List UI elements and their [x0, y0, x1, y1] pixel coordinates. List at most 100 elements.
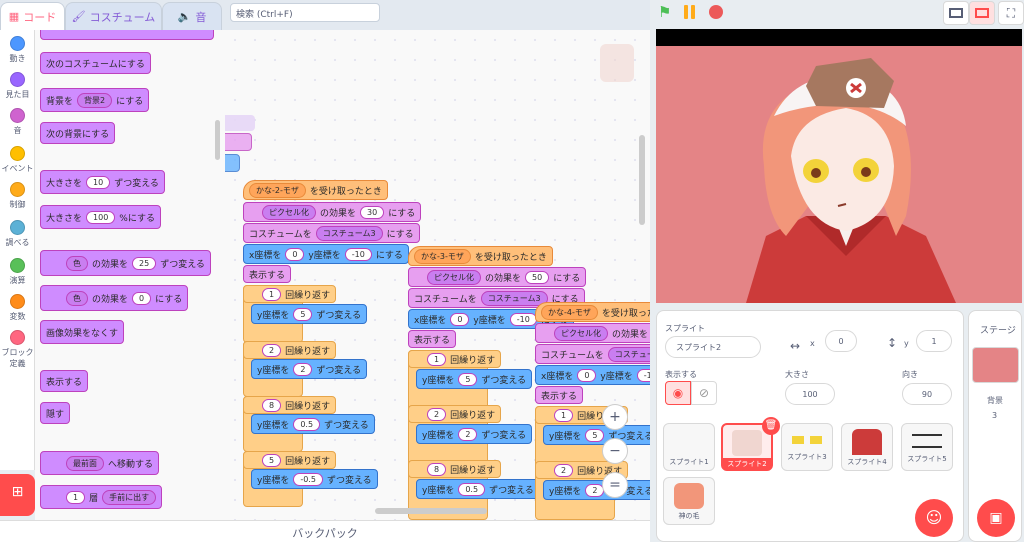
palette-block-change-effect[interactable]: 色の効果を 25 ずつ変える [40, 250, 211, 276]
hat-block-receive-2[interactable]: かな-3-モザ を受け取ったとき [408, 246, 553, 266]
palette-block-costume-partial[interactable] [40, 30, 214, 40]
change-y-block-2a[interactable]: y座標を 5 ずつ変える [416, 369, 533, 389]
category-looks[interactable]: 見た目 [0, 72, 35, 100]
hide-sprite-toggle[interactable]: ⊘ [691, 381, 717, 405]
repeat-input-1c[interactable]: 8 [262, 398, 282, 412]
search-input[interactable]: 検索 (Ctrl+F) [230, 3, 380, 22]
change-y-block-3a[interactable]: y座標を 5 ずつ変える [543, 425, 650, 445]
stage-selector-pane[interactable]: ステージ 背景 3 ▣ [968, 310, 1022, 542]
set-size-input[interactable]: 100 [86, 210, 116, 224]
change-effect-input[interactable]: 25 [132, 256, 157, 270]
palette-block-show[interactable]: 表示する [40, 370, 89, 392]
vertical-scrollbar[interactable] [639, 135, 645, 225]
change-y-input-1d[interactable]: -0.5 [293, 472, 323, 486]
effect-dropdown-script-1[interactable]: ピクセル化 [262, 204, 316, 220]
change-y-input-1b[interactable]: 2 [293, 362, 313, 376]
message-dropdown-2[interactable]: かな-3-モザ [414, 248, 471, 264]
zoom-reset-icon[interactable]: = [602, 472, 628, 498]
repeat-input-3b[interactable]: 2 [554, 463, 574, 477]
palette-block-set-effect[interactable]: 色の効果を 0 にする [40, 285, 189, 311]
change-size-input[interactable]: 10 [86, 175, 111, 189]
category-variables[interactable]: 変数 [0, 294, 35, 322]
sprite-name-input[interactable]: スプライト2 [665, 336, 761, 358]
tab-costume[interactable]: 🖌 コスチューム [65, 2, 162, 30]
change-y-block-1c[interactable]: y座標を 0.5 ずつ変える [251, 414, 375, 434]
set-effect-block-1[interactable]: ピクセル化 の効果を 30 にする [243, 202, 422, 222]
switch-costume-block-3[interactable]: コスチュームをコスチューム3 [535, 344, 650, 364]
layer-front-dropdown[interactable]: 最前面 [66, 455, 104, 471]
palette-block-set-size[interactable]: 大きさを 100 %にする [40, 205, 161, 229]
show-block-2[interactable]: 表示する [408, 330, 457, 348]
show-sprite-toggle[interactable]: ◉ [665, 381, 691, 405]
stage-canvas[interactable] [656, 46, 1022, 303]
sprite-thumb-1[interactable]: スプライト1 [663, 423, 715, 471]
sprite-thumb-3[interactable]: スプライト3 [781, 423, 833, 471]
message-dropdown-1[interactable]: かな-2-モザ [249, 182, 306, 198]
change-y-block-1a[interactable]: y座標を 5 ずつ変える [251, 304, 368, 324]
hat-block-receive-3[interactable]: かな-4-モザを受け取ったとき [535, 302, 650, 322]
size-input[interactable]: 100 [785, 383, 835, 405]
repeat-header-1b[interactable]: 2 回繰り返す [243, 341, 337, 359]
sprite-thumb-4[interactable]: スプライト4 [841, 423, 893, 471]
change-y-block-2c[interactable]: y座標を 0.5 ずつ変える [416, 479, 540, 499]
y-input-2[interactable]: -10 [509, 312, 537, 326]
palette-block-next-costume[interactable]: 次のコスチュームにする [40, 52, 151, 74]
layer-input[interactable]: 1 [66, 490, 86, 504]
palette-block-clear-effects[interactable]: 画像効果をなくす [40, 320, 125, 344]
repeat-header-1c[interactable]: 8 回繰り返す [243, 396, 337, 414]
delete-sprite-icon[interactable]: 🗑 [762, 417, 780, 435]
effect-value-2[interactable]: 50 [525, 270, 550, 284]
category-sensing[interactable]: 調べる [0, 220, 35, 248]
repeat-header-1d[interactable]: 5 回繰り返す [243, 451, 337, 469]
repeat-header-2b[interactable]: 2 回繰り返す [408, 405, 502, 423]
sprite-thumb-5[interactable]: スプライト5 [901, 423, 953, 471]
stage-backdrop-thumbnail[interactable] [972, 347, 1019, 383]
repeat-input-2a[interactable]: 1 [427, 352, 447, 366]
change-y-input-2a[interactable]: 5 [458, 372, 478, 386]
change-y-input-1c[interactable]: 0.5 [293, 417, 321, 431]
backdrop-dropdown[interactable]: 背景2 [77, 92, 113, 108]
green-flag-icon[interactable]: ⚑ [658, 4, 674, 20]
add-sprite-button[interactable]: ☺ [915, 499, 953, 537]
effect-dropdown-script-3[interactable]: ピクセル化 [554, 325, 608, 341]
costume-block-partial[interactable] [225, 133, 252, 151]
zoom-out-icon[interactable]: − [602, 438, 628, 464]
change-y-block-3b[interactable]: y座標を 2 ずつ変える [543, 480, 650, 500]
change-y-input-2c[interactable]: 0.5 [458, 482, 486, 496]
costume-dropdown-2[interactable]: コスチューム3 [480, 290, 548, 306]
small-stage-button[interactable] [943, 1, 969, 25]
x-input-3[interactable]: 0 [577, 368, 597, 382]
pause-icon[interactable] [683, 5, 697, 19]
effect-dropdown-2[interactable]: 色 [66, 290, 88, 306]
repeat-header-2a[interactable]: 1 回繰り返す [408, 350, 502, 368]
palette-scrollbar[interactable] [215, 120, 220, 160]
y-input-1[interactable]: -10 [344, 247, 372, 261]
layer-direction-dropdown[interactable]: 手前に出す [102, 489, 157, 505]
change-y-block-1b[interactable]: y座標を 2 ずつ変える [251, 359, 368, 379]
x-input[interactable]: 0 [825, 330, 857, 352]
palette-block-switch-backdrop[interactable]: 背景を 背景2 にする [40, 88, 150, 112]
show-block-1[interactable]: 表示する [243, 265, 292, 283]
large-stage-button[interactable] [969, 1, 995, 25]
repeat-input-1d[interactable]: 5 [262, 453, 282, 467]
costume-dropdown-1[interactable]: コスチューム3 [315, 225, 383, 241]
palette-block-hide[interactable]: 隠す [40, 402, 71, 424]
effect-dropdown[interactable]: 色 [66, 255, 88, 271]
stage[interactable] [656, 29, 1022, 303]
fullscreen-button[interactable]: ⛶ [998, 1, 1024, 25]
y-input[interactable]: 1 [916, 330, 952, 352]
repeat-input-2b[interactable]: 2 [427, 407, 447, 421]
set-effect-block-2[interactable]: ピクセル化 の効果を 50 にする [408, 267, 587, 287]
palette-block-layer[interactable]: 1 層手前に出す [40, 485, 163, 509]
backpack[interactable]: バックパック [0, 520, 650, 542]
xy-block-partial[interactable] [225, 154, 240, 172]
repeat-input-1b[interactable]: 2 [262, 343, 282, 357]
palette-block-next-backdrop[interactable]: 次の背景にする [40, 122, 116, 144]
category-my-blocks[interactable]: ブロック定義 [0, 330, 35, 369]
goto-xy-block-3[interactable]: x座標を0y座標を-10 [535, 365, 650, 385]
repeat-input-3a[interactable]: 1 [554, 408, 574, 422]
palette-block-change-size[interactable]: 大きさを 10 ずつ変える [40, 170, 165, 194]
hat-block-receive-1[interactable]: かな-2-モザ を受け取ったとき [243, 180, 388, 200]
category-sound[interactable]: 音 [0, 108, 35, 136]
repeat-input-1a[interactable]: 1 [262, 287, 282, 301]
